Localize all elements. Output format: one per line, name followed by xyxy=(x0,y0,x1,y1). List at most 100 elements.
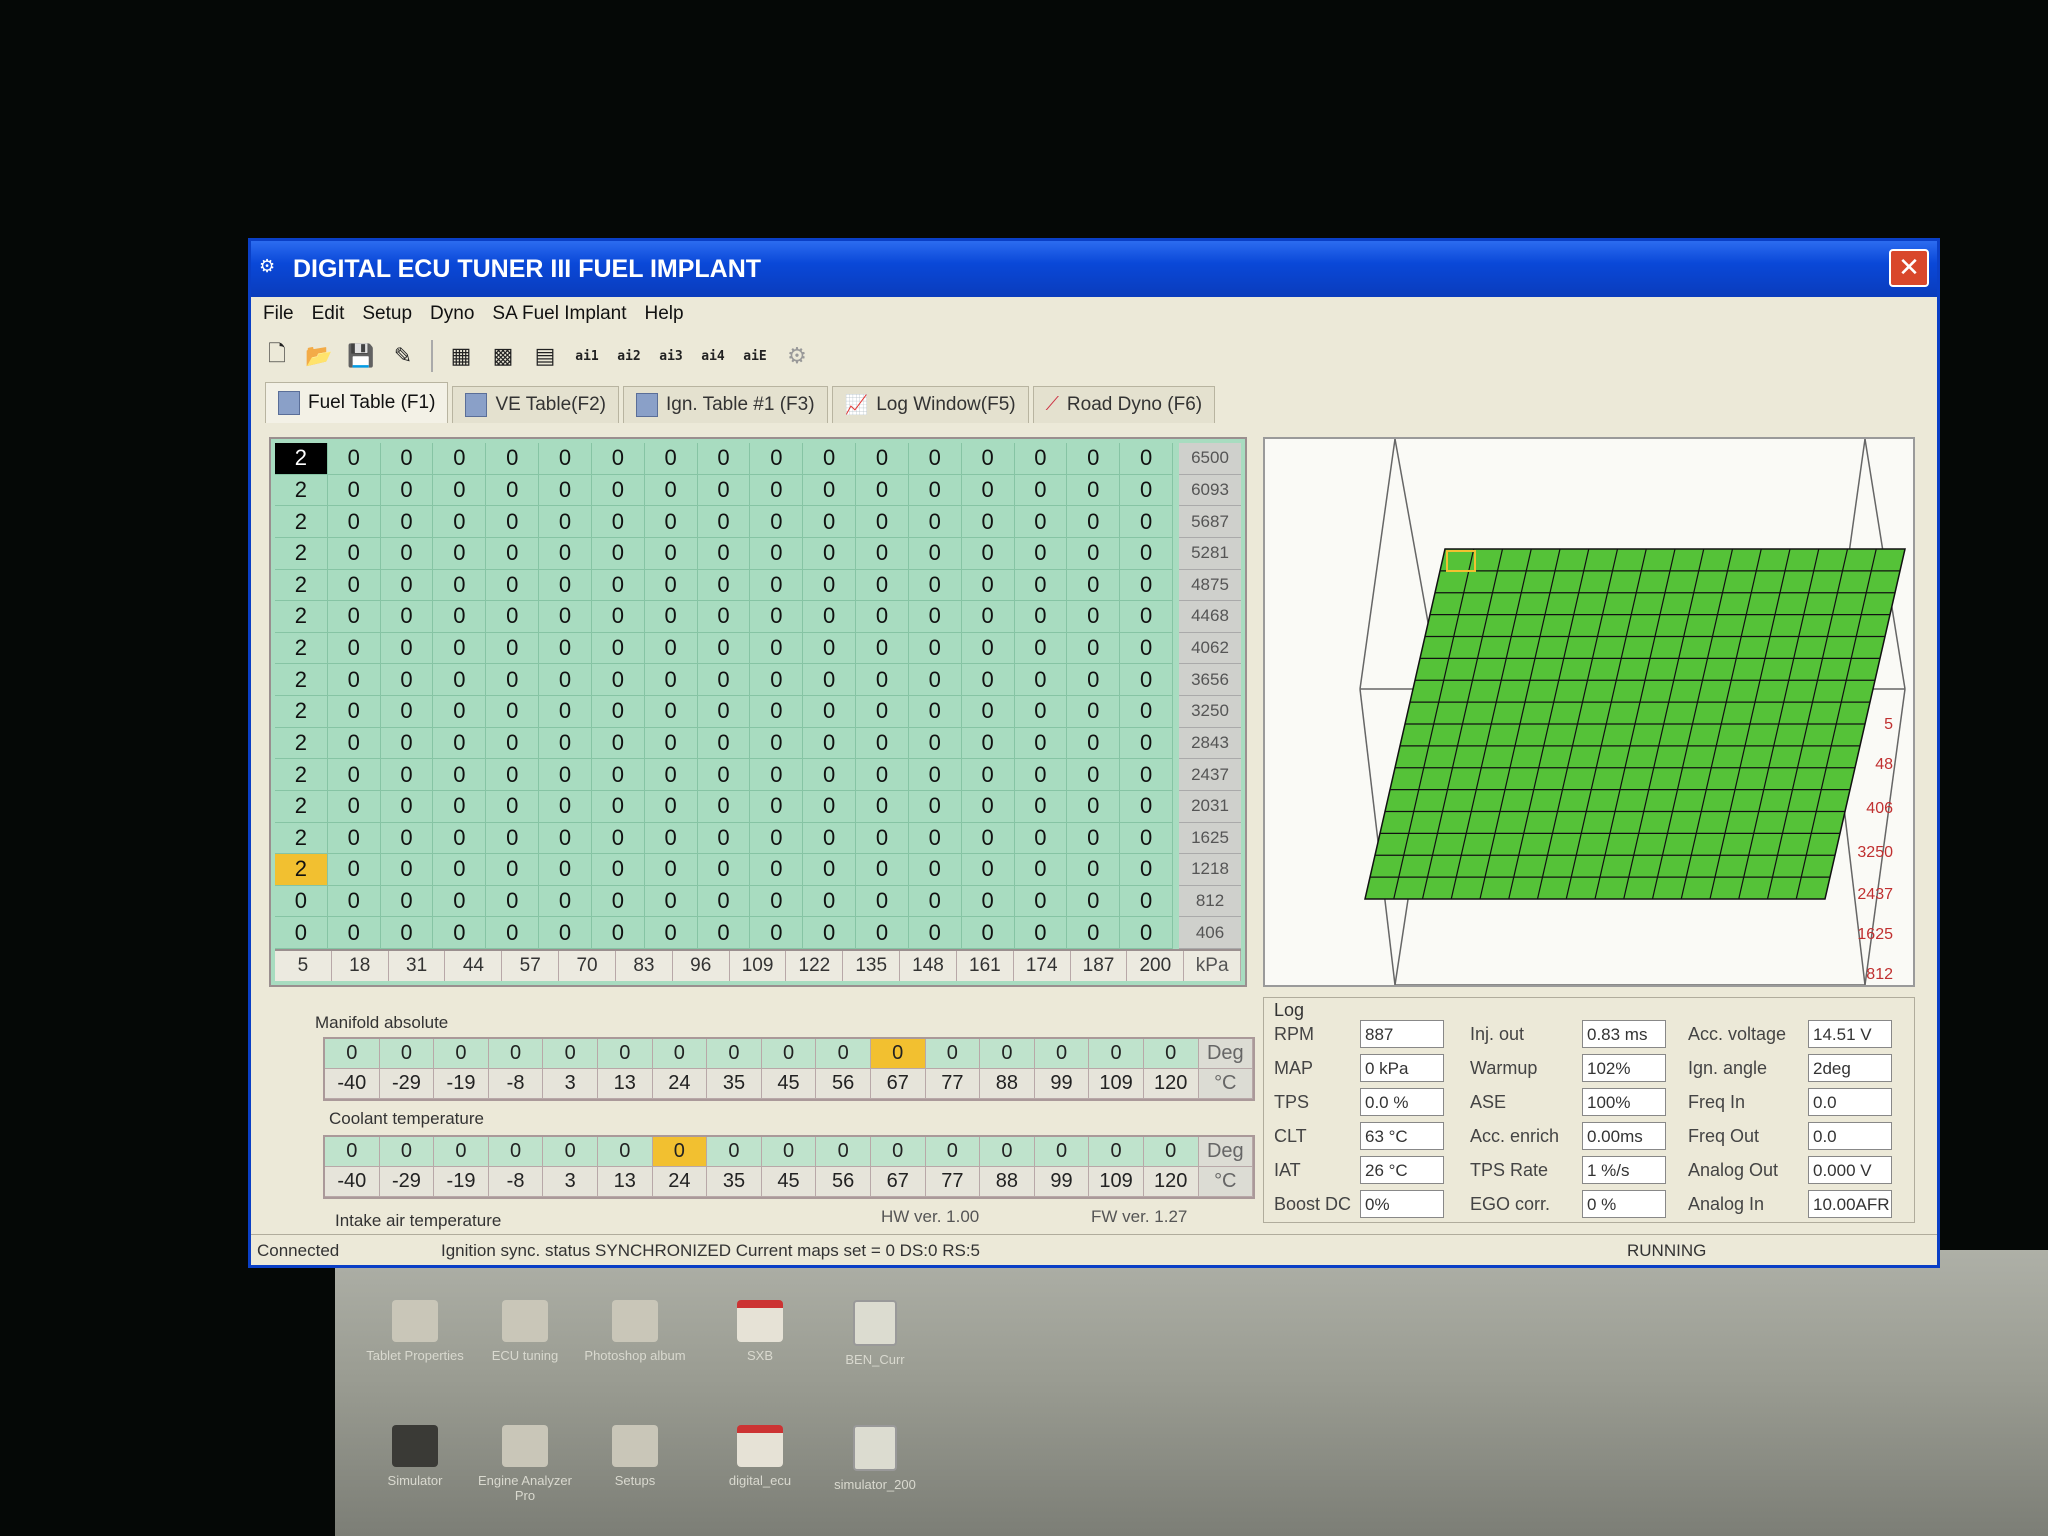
fuel-cell[interactable]: 0 xyxy=(1014,885,1068,918)
fuel-cell[interactable]: 0 xyxy=(1014,917,1068,949)
fuel-cell[interactable]: 0 xyxy=(856,443,909,475)
intake-correction-cell[interactable]: 0 xyxy=(1143,1137,1199,1167)
fuel-cell[interactable]: 0 xyxy=(803,664,857,696)
fuel-cell[interactable]: 0 xyxy=(433,506,487,538)
desktop-icon[interactable]: Setups xyxy=(580,1425,690,1488)
fuel-cell[interactable]: 0 xyxy=(380,917,434,949)
fuel-cell[interactable]: 0 xyxy=(961,854,1015,886)
ai3-icon[interactable]: ai3 xyxy=(653,339,689,373)
fuel-cell[interactable]: 0 xyxy=(697,696,751,728)
fuel-cell[interactable]: 0 xyxy=(327,885,381,918)
fuel-cell[interactable]: 0 xyxy=(327,790,381,823)
fuel-cell[interactable]: 0 xyxy=(697,822,751,855)
fuel-cell[interactable]: 0 xyxy=(327,632,381,665)
fuel-cell[interactable]: 0 xyxy=(591,664,645,696)
fuel-cell[interactable]: 0 xyxy=(856,696,909,728)
fuel-cell[interactable]: 0 xyxy=(697,664,751,696)
fuel-cell[interactable]: 0 xyxy=(275,885,328,918)
fuel-cell[interactable]: 0 xyxy=(908,727,962,760)
fuel-cell[interactable]: 0 xyxy=(327,854,381,886)
fuel-cell[interactable]: 0 xyxy=(1120,474,1173,507)
fuel-cell[interactable]: 0 xyxy=(380,696,434,728)
fuel-cell[interactable]: 0 xyxy=(961,727,1015,760)
fuel-cell[interactable]: 0 xyxy=(803,601,857,633)
fuel-cell[interactable]: 0 xyxy=(856,632,909,665)
intake-correction-cell[interactable]: 0 xyxy=(379,1137,435,1167)
desktop-icon[interactable]: BEN_Curr xyxy=(820,1300,930,1367)
desktop-icon[interactable]: Engine Analyzer Pro xyxy=(470,1425,580,1503)
fuel-cell[interactable]: 0 xyxy=(1067,569,1121,602)
fuel-cell[interactable]: 0 xyxy=(1067,727,1121,760)
fuel-cell[interactable]: 0 xyxy=(856,664,909,696)
fuel-cell[interactable]: 0 xyxy=(697,885,751,918)
fuel-cell[interactable]: 0 xyxy=(433,664,487,696)
fuel-cell[interactable]: 0 xyxy=(750,664,804,696)
fuel-cell[interactable]: 0 xyxy=(1014,790,1068,823)
fuel-cell[interactable]: 0 xyxy=(1014,537,1068,570)
fuel-cell[interactable]: 0 xyxy=(327,696,381,728)
fuel-cell[interactable]: 0 xyxy=(591,885,645,918)
fuel-cell[interactable]: 0 xyxy=(1120,696,1173,728)
fuel-cell[interactable]: 0 xyxy=(697,854,751,886)
fuel-cell[interactable]: 0 xyxy=(1067,854,1121,886)
fuel-cell[interactable]: 0 xyxy=(1014,854,1068,886)
fuel-cell[interactable]: 0 xyxy=(961,506,1015,538)
fuel-cell[interactable]: 0 xyxy=(803,632,857,665)
fuel-cell[interactable]: 0 xyxy=(486,790,540,823)
fuel-cell[interactable]: 2 xyxy=(275,569,328,602)
fuel-cell[interactable]: 0 xyxy=(1120,822,1173,855)
coolant-correction-cell[interactable]: 0 xyxy=(379,1039,435,1069)
fuel-cell[interactable]: 0 xyxy=(591,569,645,602)
fuel-cell[interactable]: 0 xyxy=(1014,664,1068,696)
fuel-cell[interactable]: 0 xyxy=(539,727,592,760)
fuel-cell[interactable]: 0 xyxy=(803,790,857,823)
fuel-cell[interactable]: 0 xyxy=(961,632,1015,665)
fuel-cell[interactable]: 0 xyxy=(856,537,909,570)
fuel-cell[interactable]: 0 xyxy=(1067,506,1121,538)
fuel-cell[interactable]: 0 xyxy=(908,885,962,918)
fuel-cell[interactable]: 2 xyxy=(275,790,328,823)
fuel-cell[interactable]: 0 xyxy=(697,759,751,791)
fuel-cell[interactable]: 0 xyxy=(486,664,540,696)
fuel-cell[interactable]: 0 xyxy=(539,696,592,728)
fuel-cell[interactable]: 0 xyxy=(856,601,909,633)
intake-correction-cell[interactable]: 0 xyxy=(434,1137,489,1167)
fuel-cell[interactable]: 0 xyxy=(1120,759,1173,791)
fuel-cell[interactable]: 0 xyxy=(486,854,540,886)
fuel-cell[interactable]: 0 xyxy=(433,885,487,918)
fuel-cell[interactable]: 0 xyxy=(961,443,1015,475)
fuel-cell[interactable]: 0 xyxy=(327,917,381,949)
intake-correction-cell[interactable]: 0 xyxy=(870,1137,926,1167)
fuel-cell[interactable]: 0 xyxy=(644,854,698,886)
fuel-cell[interactable]: 0 xyxy=(750,632,804,665)
fuel-cell[interactable]: 2 xyxy=(275,474,328,507)
table-grid-icon[interactable]: ▤ xyxy=(527,339,563,373)
fuel-cell[interactable]: 0 xyxy=(750,474,804,507)
fuel-cell[interactable]: 0 xyxy=(856,854,909,886)
fuel-cell[interactable]: 0 xyxy=(591,601,645,633)
coolant-correction-cell[interactable]: 0 xyxy=(543,1039,598,1069)
fuel-cell[interactable]: 0 xyxy=(1014,759,1068,791)
fuel-cell[interactable]: 0 xyxy=(908,443,962,475)
fuel-cell[interactable]: 0 xyxy=(908,474,962,507)
fuel-cell[interactable]: 0 xyxy=(591,696,645,728)
fuel-cell[interactable]: 0 xyxy=(1067,759,1121,791)
desktop-icon[interactable]: Tablet Properties xyxy=(360,1300,470,1363)
fuel-cell[interactable]: 2 xyxy=(275,854,328,886)
fuel-cell[interactable]: 0 xyxy=(856,759,909,791)
fuel-cell[interactable]: 0 xyxy=(591,443,645,475)
fuel-cell[interactable]: 0 xyxy=(644,727,698,760)
fuel-cell[interactable]: 0 xyxy=(1120,443,1173,475)
fuel-cell[interactable]: 0 xyxy=(856,885,909,918)
fuel-cell[interactable]: 0 xyxy=(539,854,592,886)
fuel-cell[interactable]: 0 xyxy=(697,790,751,823)
fuel-cell[interactable]: 0 xyxy=(1067,601,1121,633)
coolant-correction-cell[interactable]: 0 xyxy=(816,1039,871,1069)
fuel-cell[interactable]: 2 xyxy=(275,632,328,665)
coolant-correction-cell[interactable]: 0 xyxy=(925,1039,981,1069)
aie-icon[interactable]: aiE xyxy=(737,339,773,373)
fuel-cell[interactable]: 0 xyxy=(803,474,857,507)
open-folder-icon[interactable]: 📂 xyxy=(301,339,337,373)
fuel-cell[interactable]: 0 xyxy=(1067,790,1121,823)
fuel-cell[interactable]: 0 xyxy=(908,854,962,886)
